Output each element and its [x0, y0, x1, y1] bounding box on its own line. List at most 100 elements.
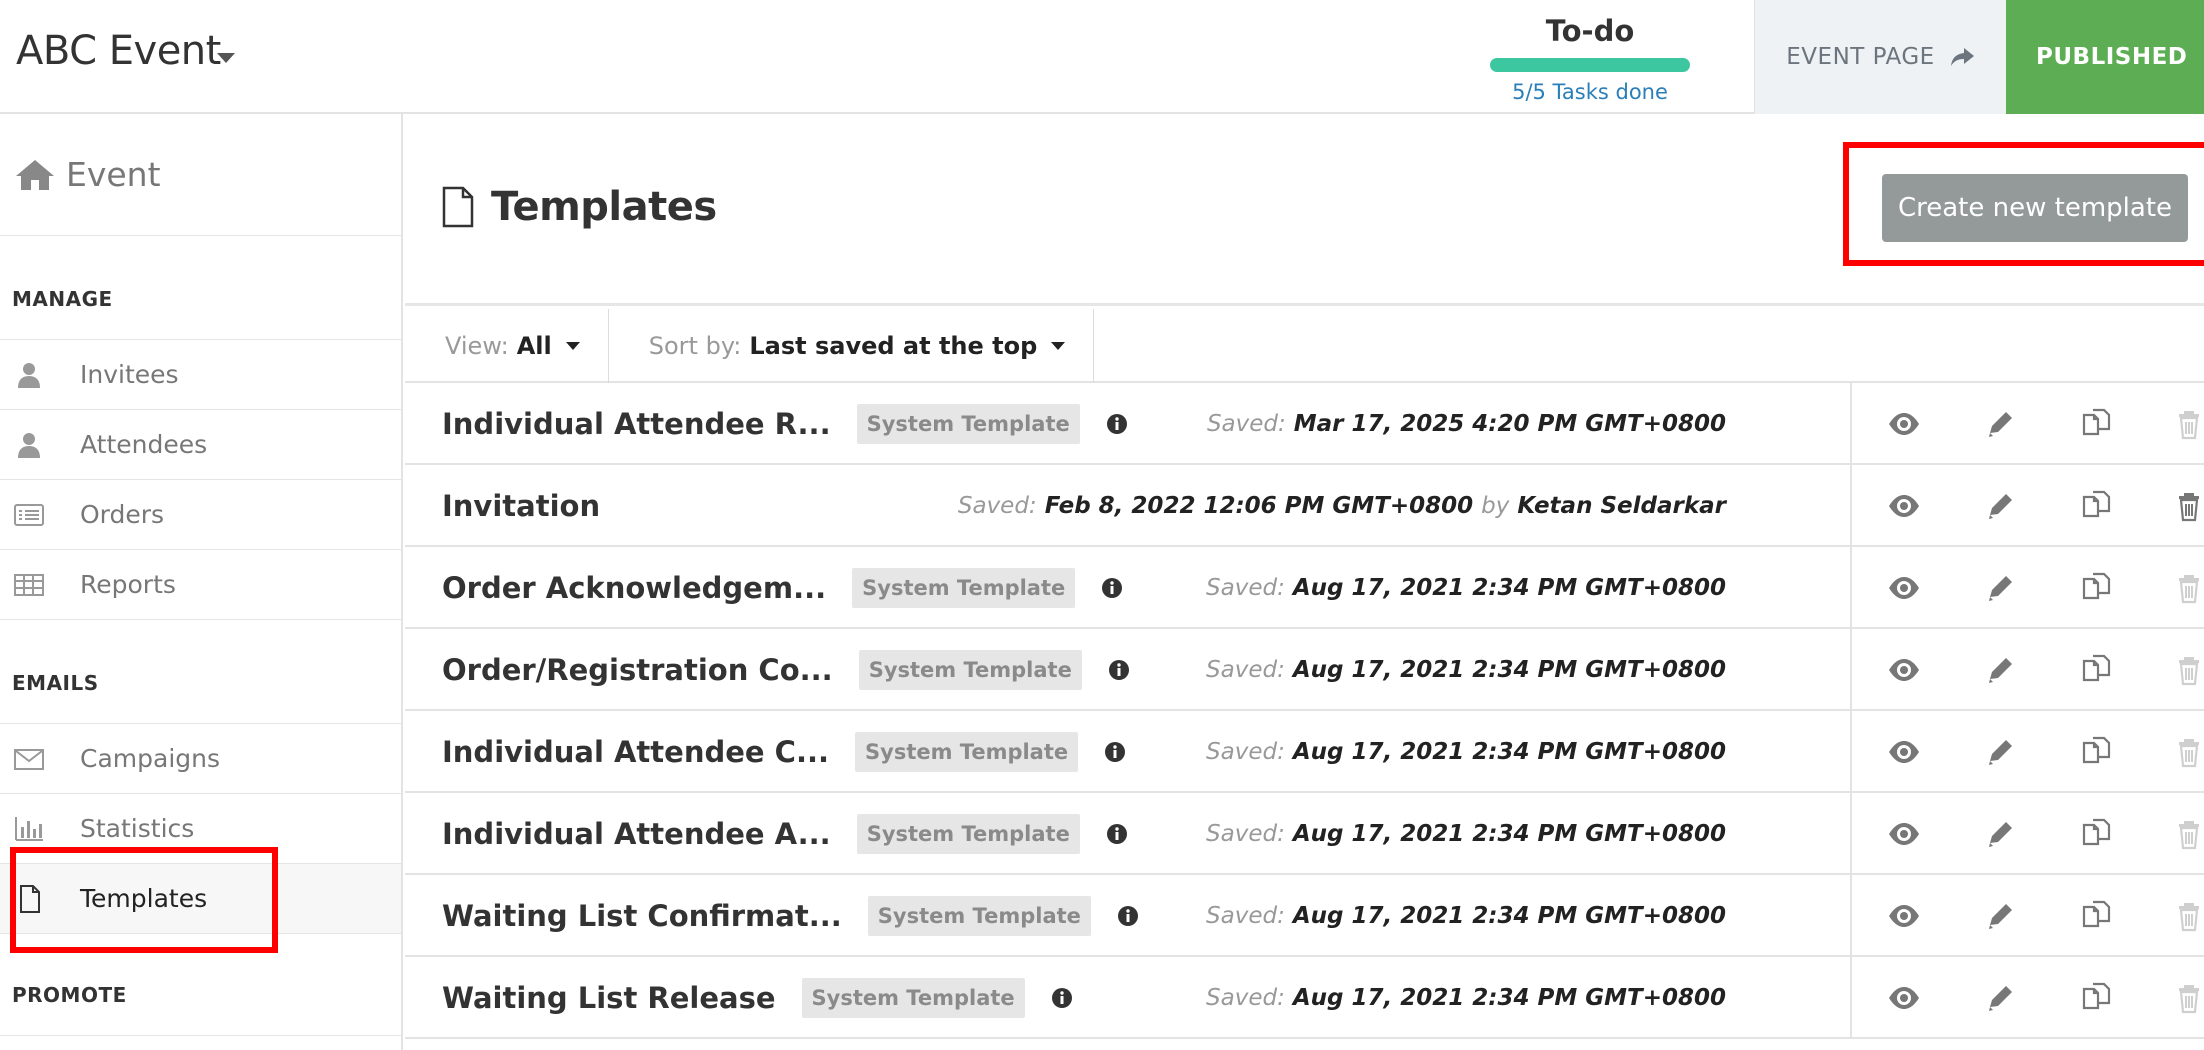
info-icon[interactable]: [1108, 659, 1130, 681]
saved-timestamp: Saved: Aug 17, 2021 2:34 PM GMT+0800: [1206, 793, 1726, 875]
event-page-button[interactable]: EVENT PAGE: [1754, 0, 2006, 114]
edit-pencil-icon[interactable]: [1983, 899, 2019, 933]
saved-timestamp: Saved: Aug 17, 2021 2:34 PM GMT+0800: [1206, 629, 1726, 711]
preview-eye-icon[interactable]: [1886, 489, 1922, 523]
edit-pencil-icon[interactable]: [1983, 817, 2019, 851]
saved-date: Aug 17, 2021 2:34 PM GMT+0800: [1292, 575, 1726, 601]
edit-pencil-icon[interactable]: [1983, 981, 2019, 1015]
create-new-template-button[interactable]: Create new template: [1882, 174, 2188, 242]
sidebar-item-label: Orders: [80, 500, 165, 529]
table-row[interactable]: Order/Registration Co... System Template S…: [405, 629, 2204, 711]
edit-pencil-icon[interactable]: [1983, 407, 2019, 441]
preview-eye-icon[interactable]: [1886, 407, 1922, 441]
template-name[interactable]: Individual Attendee A...: [442, 817, 831, 851]
table-row[interactable]: Invitation Saved: Feb 8, 2022 12:06 PM GMT…: [405, 465, 2204, 547]
sidebar-item-reports[interactable]: Reports: [0, 550, 401, 620]
saved-label: Saved:: [1206, 411, 1286, 437]
todo-widget[interactable]: To-do 5/5 Tasks done: [1490, 14, 1690, 104]
published-label: PUBLISHED: [2036, 44, 2188, 70]
table-row[interactable]: Individual Attendee C... System Template S…: [405, 711, 2204, 793]
chevron-down-icon: [565, 342, 580, 350]
event-title[interactable]: ABC Event: [16, 28, 221, 74]
sidebar-item-statistics[interactable]: Statistics: [0, 794, 401, 864]
sidebar: Event MANAGE Invitees Attendees Orders R…: [0, 114, 403, 1050]
sort-filter-value: Last saved at the top: [749, 332, 1038, 360]
duplicate-copy-icon[interactable]: [2079, 407, 2115, 441]
user-icon: [14, 431, 52, 459]
table-row[interactable]: Individual Attendee A... System Template S…: [405, 793, 2204, 875]
sidebar-item-campaigns[interactable]: Campaigns: [0, 724, 401, 794]
sidebar-item-invitees[interactable]: Invitees: [0, 340, 401, 410]
edit-pencil-icon[interactable]: [1983, 735, 2019, 769]
duplicate-copy-icon[interactable]: [2079, 571, 2115, 605]
preview-eye-icon[interactable]: [1886, 571, 1922, 605]
edit-pencil-icon[interactable]: [1983, 489, 2019, 523]
table-row[interactable]: Order Acknowledgem... System Template Save…: [405, 547, 2204, 629]
todo-label: To-do: [1545, 14, 1635, 48]
duplicate-copy-icon[interactable]: [2079, 981, 2115, 1015]
section-label-emails: EMAILS: [0, 620, 401, 724]
row-actions: [1850, 793, 2204, 875]
todo-progress-bar: [1490, 58, 1690, 72]
system-template-badge: System Template: [858, 650, 1082, 690]
preview-eye-icon[interactable]: [1886, 981, 1922, 1015]
table-row[interactable]: Waiting List Release System Template Saved…: [405, 957, 2204, 1039]
view-filter-dropdown[interactable]: View: All: [405, 309, 609, 383]
template-name[interactable]: Invitation: [442, 489, 600, 523]
event-page-label: EVENT PAGE: [1786, 44, 1935, 70]
duplicate-copy-icon[interactable]: [2079, 817, 2115, 851]
file-icon: [14, 884, 52, 913]
page-title-text: Templates: [491, 184, 717, 230]
delete-trash-icon[interactable]: [2175, 489, 2204, 523]
saved-timestamp: Saved: Mar 17, 2025 4:20 PM GMT+0800: [1207, 383, 1726, 465]
saved-date: Aug 17, 2021 2:34 PM GMT+0800: [1292, 657, 1726, 683]
section-label-manage: MANAGE: [0, 236, 401, 340]
duplicate-copy-icon[interactable]: [2079, 489, 2115, 523]
row-actions: [1850, 711, 2204, 793]
template-name[interactable]: Waiting List Confirmat...: [442, 899, 842, 933]
edit-pencil-icon[interactable]: [1983, 653, 2019, 687]
todo-status-link[interactable]: 5/5 Tasks done: [1490, 80, 1690, 104]
envelope-icon: [14, 745, 52, 773]
info-icon[interactable]: [1104, 741, 1126, 763]
preview-eye-icon[interactable]: [1886, 653, 1922, 687]
sidebar-item-label: Statistics: [80, 814, 195, 843]
template-name[interactable]: Individual Attendee C...: [442, 735, 829, 769]
row-actions: [1850, 547, 2204, 629]
template-name-area: Individual Attendee A... System Template: [442, 793, 1128, 875]
table-row[interactable]: Waiting List Confirmat... System Template…: [405, 875, 2204, 957]
info-icon[interactable]: [1106, 823, 1128, 845]
event-dropdown-chevron-down-icon[interactable]: [217, 53, 235, 63]
sidebar-item-orders[interactable]: Orders: [0, 480, 401, 550]
sort-filter-dropdown[interactable]: Sort by: Last saved at the top: [609, 309, 1095, 383]
row-actions: [1850, 957, 2204, 1039]
preview-eye-icon[interactable]: [1886, 735, 1922, 769]
sidebar-item-label: Invitees: [80, 360, 179, 389]
info-icon[interactable]: [1051, 987, 1073, 1009]
template-name[interactable]: Order/Registration Co...: [442, 653, 833, 687]
info-icon[interactable]: [1101, 577, 1123, 599]
bar-chart-icon: [14, 815, 52, 843]
sidebar-item-label: Templates: [80, 884, 208, 913]
duplicate-copy-icon[interactable]: [2079, 899, 2115, 933]
template-name[interactable]: Order Acknowledgem...: [442, 571, 826, 605]
system-template-badge: System Template: [855, 732, 1079, 772]
duplicate-copy-icon[interactable]: [2079, 653, 2115, 687]
preview-eye-icon[interactable]: [1886, 899, 1922, 933]
saved-label: Saved:: [1206, 821, 1285, 847]
templates-list: Individual Attendee R... System Template S…: [405, 383, 2204, 1039]
sidebar-item-templates[interactable]: Templates: [0, 864, 401, 934]
info-icon[interactable]: [1106, 413, 1128, 435]
info-icon[interactable]: [1117, 905, 1139, 927]
saved-label: Saved:: [1206, 985, 1285, 1011]
delete-trash-icon: [2175, 817, 2204, 851]
sidebar-item-attendees[interactable]: Attendees: [0, 410, 401, 480]
template-name[interactable]: Waiting List Release: [442, 981, 776, 1015]
duplicate-copy-icon[interactable]: [2079, 735, 2115, 769]
preview-eye-icon[interactable]: [1886, 817, 1922, 851]
sidebar-home-event[interactable]: Event: [0, 114, 401, 236]
published-status-button[interactable]: PUBLISHED: [2006, 0, 2204, 114]
edit-pencil-icon[interactable]: [1983, 571, 2019, 605]
table-row[interactable]: Individual Attendee R... System Template S…: [405, 383, 2204, 465]
template-name[interactable]: Individual Attendee R...: [442, 407, 831, 441]
